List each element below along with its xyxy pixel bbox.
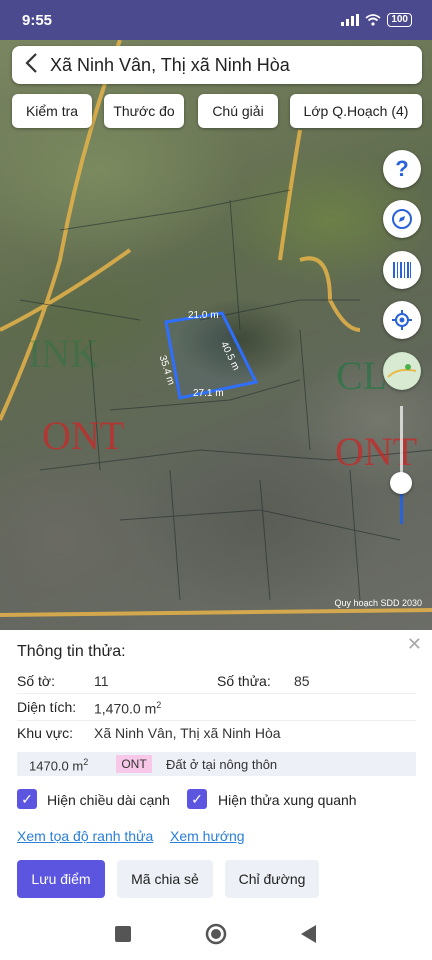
barcode-icon <box>393 262 411 278</box>
khu-vuc-value: Xã Ninh Vân, Thị xã Ninh Hòa <box>94 725 281 741</box>
system-nav-bar <box>0 910 432 960</box>
zone-label: INK <box>28 331 100 376</box>
share-code-button[interactable]: Mã chia sẻ <box>117 860 213 898</box>
locate-icon <box>392 310 412 330</box>
tab-kiem-tra[interactable]: Kiểm tra <box>12 94 92 128</box>
zone-label: ONT <box>335 429 418 474</box>
chevron-left-icon <box>25 53 37 73</box>
help-icon: ? <box>395 156 409 181</box>
barcode-button[interactable] <box>383 251 421 289</box>
checkbox-label: Hiện chiều dài cạnh <box>47 792 170 808</box>
zone-label: CL <box>336 353 388 398</box>
checkbox-show-edge-length[interactable]: ✓ <box>17 789 37 809</box>
edge-length-top: 21.0 m <box>188 310 219 321</box>
help-button[interactable]: ? <box>383 150 421 188</box>
edge-length-bottom: 27.1 m <box>193 388 224 399</box>
recents-icon[interactable] <box>115 926 131 942</box>
so-to-label: Số tờ: <box>17 673 55 689</box>
home-icon[interactable] <box>205 923 227 945</box>
location-title: Xã Ninh Vân, Thị xã Ninh Hòa <box>50 54 290 75</box>
signal-icon <box>341 14 360 26</box>
tab-thuoc-do[interactable]: Thước đo <box>104 94 184 128</box>
divider <box>17 720 416 721</box>
khu-vuc-label: Khu vực: <box>17 725 74 741</box>
wifi-icon <box>365 14 381 26</box>
panel-title: Thông tin thửa: <box>17 643 126 660</box>
link-view-direction[interactable]: Xem hướng <box>170 828 245 844</box>
divider <box>17 693 416 694</box>
locate-button[interactable] <box>383 301 421 339</box>
link-view-boundary-coords[interactable]: Xem tọa độ ranh thửa <box>17 828 153 844</box>
parcel-outline[interactable] <box>164 311 259 400</box>
land-use-desc: Đất ở tại nông thôn <box>166 757 278 772</box>
status-icons: 100 <box>341 13 412 27</box>
close-button[interactable]: ✕ <box>407 634 422 655</box>
map-tools: Kiểm tra Thước đo Chú giải Lớp Q.Hoạch (… <box>12 94 422 128</box>
compass-icon <box>392 209 412 229</box>
so-thua-label: Số thửa: <box>217 673 271 689</box>
dien-tich-value: 1,470.0 m2 <box>94 700 162 717</box>
battery-icon: 100 <box>387 13 412 27</box>
map-attribution: Quy hoạch SDD 2030 <box>334 598 422 608</box>
so-thua-value: 85 <box>294 673 310 689</box>
map-layer-button[interactable] <box>383 352 421 390</box>
status-bar: 9:55 100 <box>0 0 432 40</box>
back-button[interactable] <box>12 46 50 84</box>
save-point-button[interactable]: Lưu điểm <box>17 860 105 898</box>
zone-label: ONT <box>42 413 125 458</box>
map-view[interactable]: ONT ONT INK CL 21.0 m 40.5 m 27.1 m 35.4… <box>0 40 432 630</box>
checkbox-show-neighbors[interactable]: ✓ <box>187 789 207 809</box>
tab-lop-quy-hoach[interactable]: Lớp Q.Hoạch (4) <box>290 94 422 128</box>
dien-tich-label: Diện tích: <box>17 699 77 715</box>
compass-button[interactable] <box>383 200 421 238</box>
status-time: 9:55 <box>22 12 53 29</box>
back-nav-icon[interactable] <box>301 925 317 943</box>
checkbox-label: Hiện thửa xung quanh <box>218 792 357 808</box>
land-code-badge: ONT <box>116 755 152 773</box>
close-icon: ✕ <box>406 634 422 654</box>
directions-button[interactable]: Chỉ đường <box>225 860 319 898</box>
land-area: 1470.0 m2 <box>29 757 89 774</box>
tab-chu-giai[interactable]: Chú giải <box>198 94 278 128</box>
map-thumbnail-icon <box>384 353 420 389</box>
location-bar[interactable]: Xã Ninh Vân, Thị xã Ninh Hòa <box>12 46 422 84</box>
so-to-value: 11 <box>94 673 109 689</box>
zoom-slider-handle[interactable] <box>390 472 412 494</box>
